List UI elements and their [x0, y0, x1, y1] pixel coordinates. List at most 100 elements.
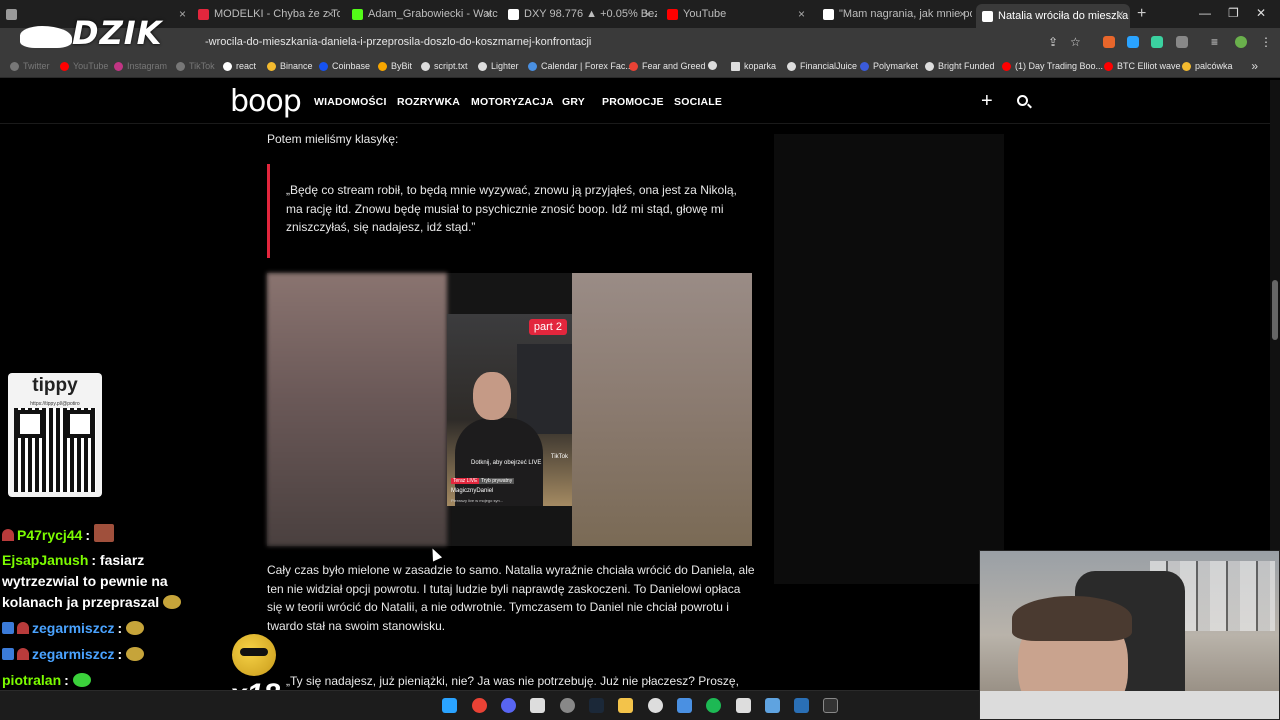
steam-icon[interactable]	[589, 698, 604, 713]
bookmark-day-trading[interactable]: (1) Day Trading Boo...	[1002, 61, 1103, 71]
scrollbar-thumb[interactable]	[1272, 280, 1278, 340]
tab-title: Natalia wróciła do mieszka	[998, 10, 1129, 22]
tab-search-icon[interactable]: ≡	[1211, 35, 1218, 49]
ccleaner-icon[interactable]	[648, 698, 663, 713]
close-icon[interactable]: ×	[179, 7, 186, 21]
app-icon[interactable]	[530, 698, 545, 713]
binance-icon	[267, 61, 276, 71]
app-icon[interactable]	[677, 698, 692, 713]
browser-tab-4[interactable]: DXY 98.776 ▲ +0.05% Bez naz ×	[502, 4, 657, 24]
blurred-background	[267, 273, 447, 546]
nav-promocje[interactable]: PROMOCJE	[602, 96, 664, 108]
palcowka-icon	[1182, 61, 1191, 71]
browser-tab-3[interactable]: Adam_Grabowiecki - Watch cli ×	[346, 4, 498, 24]
close-icon[interactable]: ×	[1117, 7, 1124, 21]
tab-favicon-icon	[352, 8, 363, 20]
plus-icon[interactable]: +	[981, 90, 993, 113]
bookmark-react[interactable]: react	[223, 61, 256, 71]
vip-badge-icon	[2, 648, 14, 660]
video-username[interactable]: MagicznyDaniel	[451, 488, 493, 494]
bookmark-bybit[interactable]: ByBit	[378, 61, 412, 71]
nav-wiadomosci[interactable]: WIADOMOŚCI	[314, 96, 387, 108]
bookmark-instagram[interactable]: Instagram	[114, 61, 167, 71]
nav-rozrywka[interactable]: ROZRYWKA	[397, 96, 460, 108]
bookmark-youtube[interactable]: YouTube	[60, 61, 108, 71]
nav-motoryzacja[interactable]: MOTORYZACJA	[471, 96, 554, 108]
profile-avatar-icon[interactable]	[1235, 36, 1247, 48]
tab-title: DXY 98.776 ▲ +0.05% Bez naz	[524, 8, 657, 20]
maximize-icon[interactable]: ❐	[1228, 6, 1239, 20]
bookmark-globe[interactable]	[708, 61, 721, 70]
terminal-icon[interactable]	[823, 698, 838, 713]
bookmark-palcowka[interactable]: palcówka	[1182, 61, 1233, 71]
browser-tab-active[interactable]: Natalia wróciła do mieszka ×	[976, 4, 1130, 28]
nav-sociale[interactable]: SOCIALE	[674, 96, 722, 108]
url-field[interactable]: -wrocila-do-mieszkania-daniela-i-przepro…	[205, 36, 591, 48]
chat-message: EjsapJanush: fasiarz	[2, 552, 145, 568]
live-badge: Teraz LIVE	[451, 478, 480, 484]
chrome-icon[interactable]	[472, 698, 487, 713]
close-icon[interactable]: ×	[644, 7, 651, 21]
site-logo[interactable]: boop	[230, 84, 302, 119]
chat-message: piotralan:	[2, 670, 91, 691]
emote-icon	[93, 524, 114, 542]
close-icon[interactable]: ×	[959, 7, 966, 21]
private-tag: Tryb prywatny	[479, 478, 515, 484]
nav-gry[interactable]: GRY	[562, 96, 585, 108]
search-icon[interactable]	[1017, 95, 1028, 106]
close-window-icon[interactable]: ✕	[1256, 6, 1266, 20]
extensions-puzzle-icon[interactable]	[1176, 36, 1188, 48]
tab-favicon-icon	[982, 10, 993, 22]
close-icon[interactable]: ×	[327, 7, 334, 21]
tab-title: YouTube	[683, 8, 727, 20]
youtube-icon	[1104, 61, 1113, 71]
bookmark-binance[interactable]: Binance	[267, 61, 313, 71]
browser-tab-6[interactable]: "Mam nagrania, jak mnie pobi ×	[817, 4, 972, 24]
watch-live-hint[interactable]: Dotknij, aby obejrzeć LIVE	[471, 460, 541, 466]
chat-message-cont: kolanach ja przepraszal	[2, 592, 182, 613]
extension-icon[interactable]	[1127, 36, 1139, 48]
bookmarks-bar: Twitter YouTube Instagram TikTok react B…	[0, 56, 1280, 78]
bookmark-financialjuice[interactable]: FinancialJuice	[787, 61, 857, 71]
notepad-icon[interactable]	[765, 698, 780, 713]
obs-icon[interactable]	[560, 698, 575, 713]
folder-icon[interactable]	[618, 698, 633, 713]
discord-icon[interactable]	[501, 698, 516, 713]
bookmark-twitter[interactable]: Twitter	[10, 61, 50, 71]
bookmark-fear-greed[interactable]: Fear and Greed	[629, 61, 706, 71]
bookmark-bright-funded[interactable]: Bright Funded	[925, 61, 995, 71]
bookmarks-overflow-icon[interactable]: »	[1251, 59, 1258, 73]
app-icon[interactable]	[736, 698, 751, 713]
browser-tab-5[interactable]: YouTube ×	[661, 4, 811, 24]
bookmark-script[interactable]: script.txt	[421, 61, 468, 71]
streamer-shirt	[980, 691, 1279, 719]
bookmark-lighter[interactable]: Lighter	[478, 61, 519, 71]
extension-icon[interactable]	[1103, 36, 1115, 48]
bookmark-star-icon[interactable]: ☆	[1070, 35, 1081, 49]
new-tab-button[interactable]: +	[1137, 5, 1146, 23]
spotify-icon[interactable]	[706, 698, 721, 713]
bookmark-btc-elliot[interactable]: BTC Elliot wave	[1104, 61, 1181, 71]
chat-message: P47rycj44:	[2, 524, 114, 546]
close-icon[interactable]: ×	[485, 7, 492, 21]
emote-icon	[126, 647, 145, 661]
bookmark-koparka[interactable]: koparka	[731, 61, 776, 71]
app-icon[interactable]	[794, 698, 809, 713]
windows-start-icon[interactable]	[442, 698, 457, 713]
extension-icon[interactable]	[1151, 36, 1163, 48]
chrome-menu-icon[interactable]: ⋮	[1260, 35, 1272, 49]
tiktok-embed[interactable]: part 2 TikTok Dotknij, aby obejrzeć LIVE…	[267, 273, 752, 546]
install-app-icon[interactable]: ⇪	[1048, 35, 1058, 49]
bookmark-calendar[interactable]: Calendar | Forex Fac...	[528, 61, 633, 71]
browser-tab-strip: × MODELKI - Chyba że z Tobą (pr × Adam_G…	[0, 0, 1280, 28]
bookmark-coinbase[interactable]: Coinbase	[319, 61, 370, 71]
webcam-overlay	[979, 550, 1280, 720]
polymarket-icon	[860, 61, 869, 71]
bookmark-tiktok[interactable]: TikTok	[176, 61, 215, 71]
minimize-icon[interactable]: —	[1199, 6, 1211, 20]
video-background	[517, 344, 572, 434]
video-frame[interactable]: part 2 TikTok Dotknij, aby obejrzeć LIVE…	[447, 314, 572, 506]
bookmark-polymarket[interactable]: Polymarket	[860, 61, 918, 71]
close-icon[interactable]: ×	[798, 7, 805, 21]
browser-tab-2[interactable]: MODELKI - Chyba że z Tobą (pr ×	[192, 4, 340, 24]
